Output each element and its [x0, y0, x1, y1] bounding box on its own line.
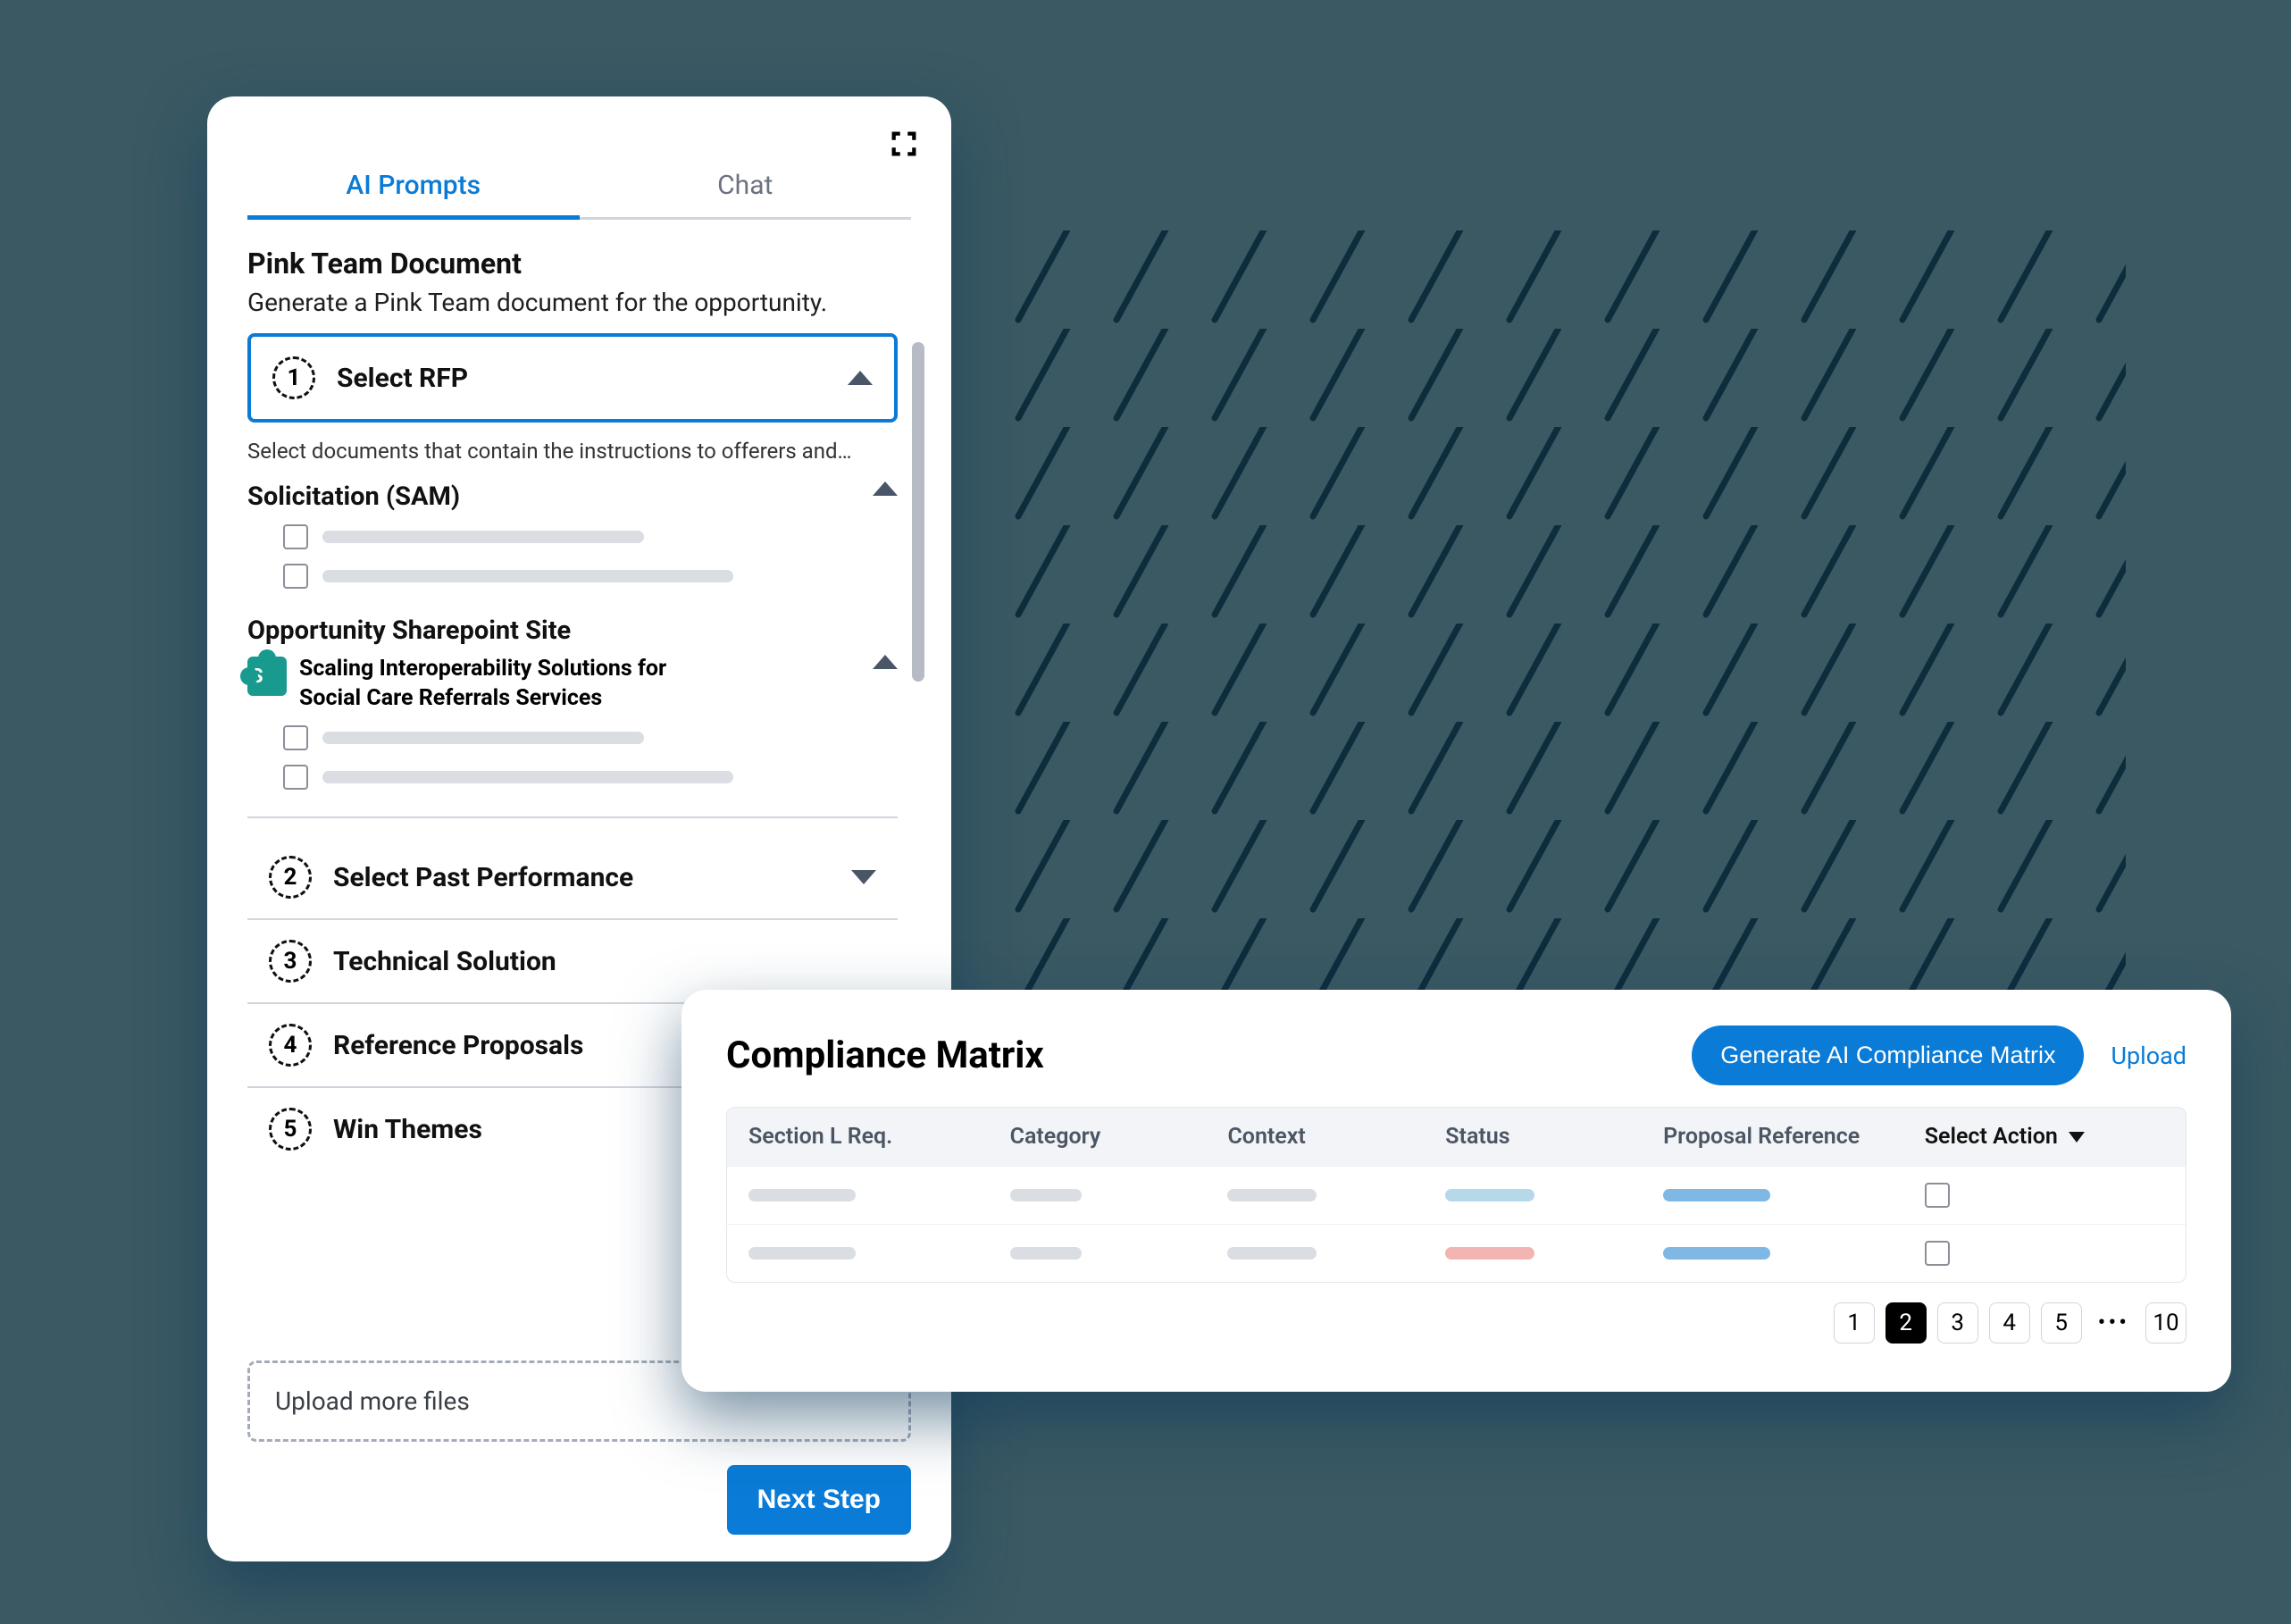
page-5[interactable]: 5 [2041, 1302, 2082, 1344]
pagination: 1 2 3 4 5 ••• 10 [726, 1302, 2186, 1344]
step-number-4: 4 [269, 1024, 312, 1067]
page-10[interactable]: 10 [2145, 1302, 2186, 1344]
upload-link[interactable]: Upload [2111, 1042, 2186, 1070]
checkbox[interactable] [283, 564, 308, 589]
step-past-performance[interactable]: 2 Select Past Performance [247, 836, 898, 920]
step-select-rfp[interactable]: 1 Select RFP [247, 333, 898, 423]
next-step-button[interactable]: Next Step [727, 1465, 911, 1535]
pagination-ellipsis: ••• [2093, 1310, 2135, 1336]
expand-icon[interactable] [883, 123, 924, 164]
group-solicitation: Solicitation (SAM) [247, 481, 898, 589]
table-row [727, 1166, 2186, 1224]
group-sharepoint: Opportunity Sharepoint Site S Scaling In… [247, 615, 898, 790]
col-category: Category [1010, 1124, 1228, 1150]
page-title: Pink Team Document [247, 247, 911, 280]
checkbox[interactable] [1925, 1241, 1950, 1266]
placeholder-bar [748, 1189, 856, 1201]
checkbox[interactable] [283, 765, 308, 790]
step-number-2: 2 [269, 856, 312, 899]
group-title: Solicitation (SAM) [247, 481, 858, 512]
col-status: Status [1445, 1124, 1663, 1150]
chevron-up-icon[interactable] [873, 481, 898, 496]
step-label: Select RFP [337, 363, 826, 394]
generate-matrix-button[interactable]: Generate AI Compliance Matrix [1692, 1025, 2084, 1085]
sharepoint-site-name: Scaling Interoperability Solutions for S… [299, 655, 710, 713]
checkbox[interactable] [1925, 1183, 1950, 1208]
status-bar [1445, 1189, 1534, 1201]
ref-bar [1663, 1189, 1770, 1201]
scrollbar-thumb[interactable] [912, 342, 924, 682]
placeholder-bar [1010, 1189, 1082, 1201]
placeholder-bar [1227, 1247, 1317, 1260]
compliance-matrix-panel: Compliance Matrix Generate AI Compliance… [681, 990, 2231, 1392]
page-4[interactable]: 4 [1989, 1302, 2030, 1344]
sharepoint-icon: S [247, 657, 287, 696]
compliance-table: Section L Req. Category Context Status P… [726, 1107, 2186, 1283]
table-row [727, 1224, 2186, 1282]
step-label: Select Past Performance [333, 862, 830, 893]
compliance-title: Compliance Matrix [726, 1034, 1665, 1077]
tab-ai-prompts[interactable]: AI Prompts [247, 170, 580, 217]
checkbox[interactable] [283, 524, 308, 549]
step-hint: Select documents that contain the instru… [247, 439, 898, 464]
page-3[interactable]: 3 [1937, 1302, 1978, 1344]
step-label: Technical Solution [333, 946, 876, 977]
chevron-up-icon [848, 371, 873, 385]
table-header: Section L Req. Category Context Status P… [727, 1108, 2186, 1166]
status-bar [1445, 1247, 1534, 1260]
decorative-hatch [1000, 230, 2126, 990]
page-description: Generate a Pink Team document for the op… [247, 288, 911, 317]
placeholder-bar [1227, 1189, 1317, 1201]
tabs: AI Prompts Chat [247, 170, 911, 220]
placeholder-bar [748, 1247, 856, 1260]
doc-item[interactable] [283, 725, 898, 750]
placeholder-text [322, 531, 644, 543]
doc-item[interactable] [283, 765, 898, 790]
chevron-down-icon [851, 870, 876, 884]
chevron-down-icon [2069, 1132, 2085, 1143]
divider [247, 816, 898, 818]
step-number-1: 1 [272, 356, 315, 399]
page-1[interactable]: 1 [1834, 1302, 1875, 1344]
placeholder-text [322, 732, 644, 744]
tab-chat[interactable]: Chat [580, 170, 912, 217]
doc-item[interactable] [283, 524, 898, 549]
doc-item[interactable] [283, 564, 898, 589]
col-select-action[interactable]: Select Action [1925, 1124, 2164, 1150]
placeholder-text [322, 771, 733, 783]
step-number-3: 3 [269, 940, 312, 983]
chevron-up-icon[interactable] [873, 655, 898, 669]
col-context: Context [1227, 1124, 1445, 1150]
step-number-5: 5 [269, 1108, 312, 1151]
ref-bar [1663, 1247, 1770, 1260]
group-title: Opportunity Sharepoint Site [247, 615, 898, 646]
col-proposal-reference: Proposal Reference [1663, 1124, 1925, 1150]
checkbox[interactable] [283, 725, 308, 750]
placeholder-text [322, 570, 733, 582]
placeholder-bar [1010, 1247, 1082, 1260]
page-2[interactable]: 2 [1885, 1302, 1927, 1344]
col-section: Section L Req. [748, 1124, 1010, 1150]
